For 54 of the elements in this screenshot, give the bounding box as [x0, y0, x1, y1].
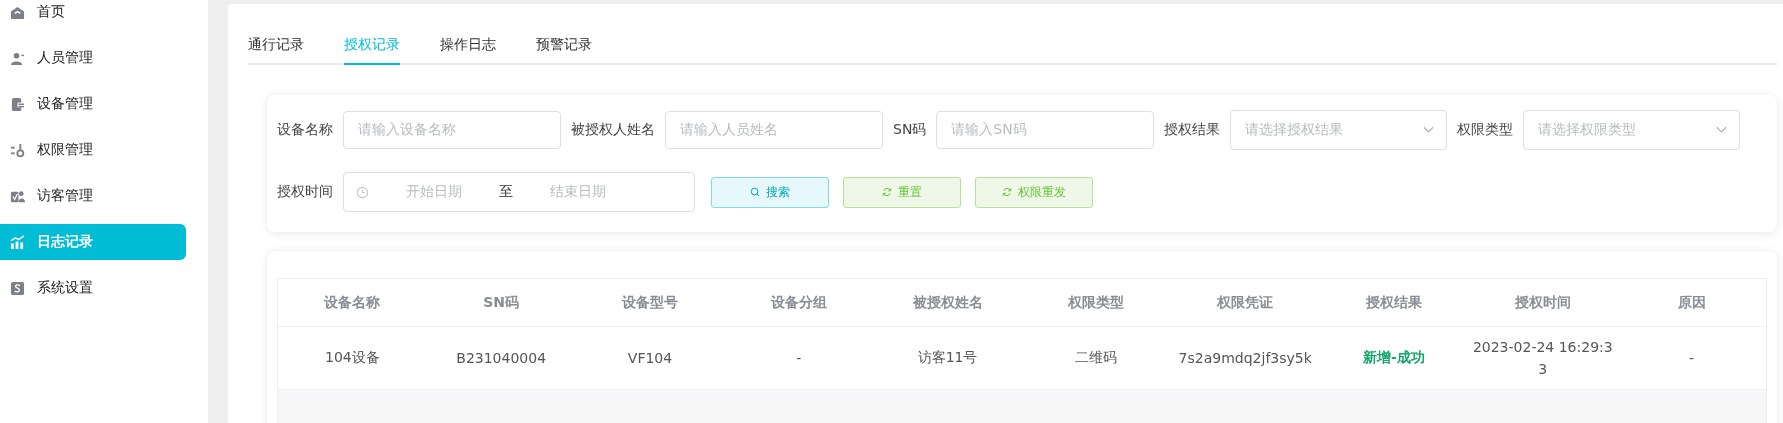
chart-icon	[10, 234, 25, 250]
column-header: 设备分组	[769, 293, 828, 312]
table-cell: 新增-成功	[1363, 349, 1425, 365]
sidebar-item[interactable]: 人员管理	[0, 40, 186, 76]
field-label: 权限类型	[1457, 121, 1514, 139]
sidebar-item[interactable]: 访客管理	[0, 178, 186, 214]
field-label: 授权时间	[277, 183, 333, 201]
table-cell-text: 2023-02-24 16:29:33	[1472, 338, 1613, 379]
field-label: 授权结果	[1164, 121, 1221, 139]
column-header: 原因	[1676, 293, 1707, 312]
column-header: 授权时间	[1513, 293, 1572, 312]
search-icon	[750, 187, 760, 197]
column-header: 设备型号	[620, 293, 679, 312]
sidebar-item[interactable]: 系统设置	[0, 270, 186, 306]
column-header: 设备名称	[322, 293, 382, 312]
column-header: 授权结果	[1365, 293, 1423, 312]
table-cell: -	[1689, 350, 1695, 366]
visitor-icon	[10, 188, 25, 204]
tab[interactable]: 操作日志	[440, 36, 496, 65]
range-separator: 至	[499, 183, 513, 201]
column-header: 被授权姓名	[911, 293, 984, 312]
sidebar-item[interactable]: 设备管理	[0, 86, 186, 122]
placeholder: 请选择授权结果	[1244, 121, 1345, 139]
refresh-icon	[882, 187, 892, 197]
chevron-down-icon	[1423, 126, 1435, 134]
refresh-icon	[1002, 187, 1012, 197]
key-icon	[10, 142, 25, 158]
sidebar-item[interactable]: 首页	[0, 0, 186, 30]
field-label: SN码	[893, 121, 927, 139]
start-date-placeholder: 开始日期	[405, 183, 463, 201]
tab[interactable]: 预警记录	[536, 36, 592, 65]
column-header: 权限凭证	[1216, 293, 1275, 312]
person-icon	[10, 50, 25, 66]
home-icon	[10, 4, 25, 20]
table-cell: 二维码	[1075, 349, 1118, 365]
table-cell: B231040004	[456, 350, 547, 366]
table-cell: 访客11号	[917, 349, 978, 365]
chevron-down-icon	[1716, 126, 1728, 134]
field-label: 被授权人姓名	[571, 121, 655, 139]
column-header: SN码	[482, 293, 521, 312]
clock-icon	[356, 185, 369, 199]
settings-icon	[10, 280, 25, 296]
table-cell: VF104	[627, 350, 673, 366]
field-label: 设备名称	[277, 121, 333, 139]
table-cell: 104设备	[325, 349, 380, 365]
column-header: 权限类型	[1067, 293, 1126, 312]
placeholder: 请选择权限类型	[1537, 121, 1638, 139]
date-range-field[interactable]: 开始日期 至 结束日期	[343, 172, 695, 212]
table-cell: 7s2a9mdq2jf3sy5k	[1178, 350, 1312, 366]
tab[interactable]: 通行记录	[248, 36, 304, 65]
device-icon	[10, 96, 25, 112]
table-cell: -	[796, 350, 802, 366]
end-date-placeholder: 结束日期	[549, 183, 607, 201]
sidebar-item[interactable]: 权限管理	[0, 132, 186, 168]
